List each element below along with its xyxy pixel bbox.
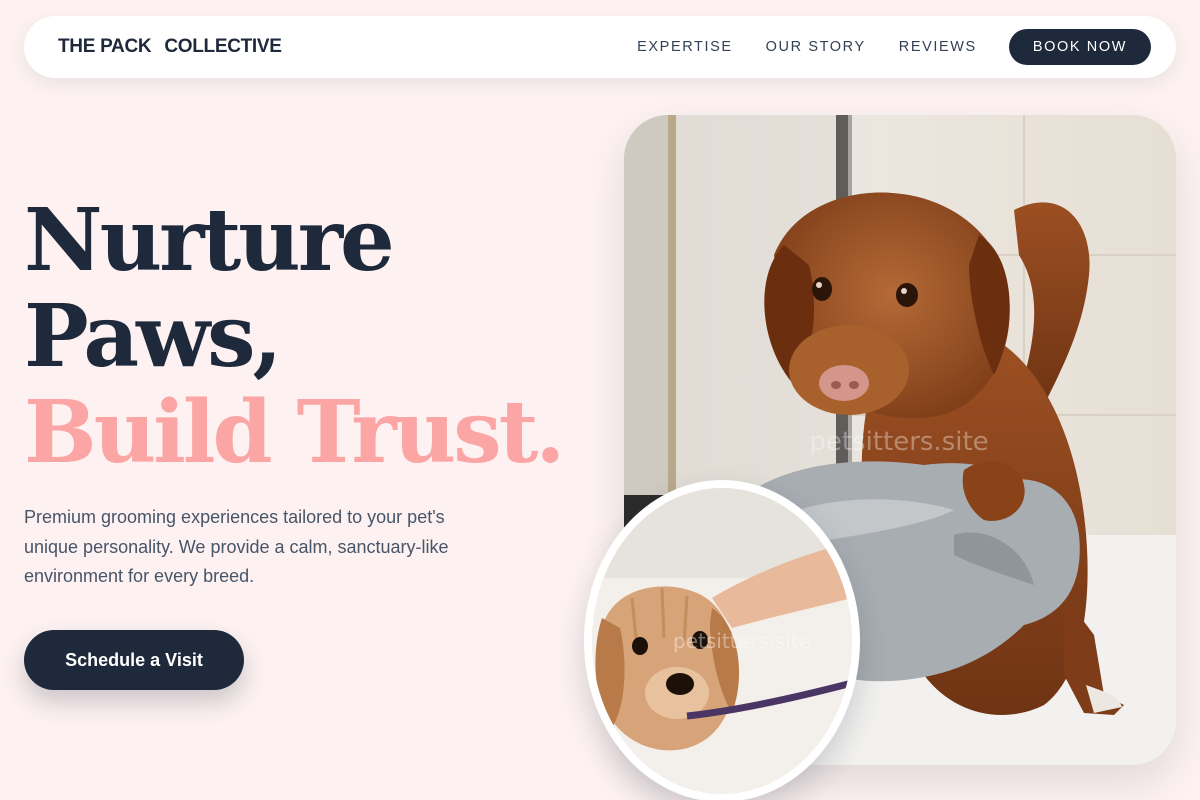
brand-logo[interactable]: THE PACK COLLECTIVE [58,36,282,58]
hero-headline: Nurture Paws, Build Trust. [24,190,565,483]
hero-subtitle: Premium grooming experiences tailored to… [24,507,449,586]
headline-line-2: Paws, [24,286,282,387]
main-photo-watermark: petsitters.site [809,427,988,457]
headline-line-1: Nurture [24,190,395,291]
nav-links: EXPERTISE OUR STORY REVIEWS BOOK NOW [637,29,1151,65]
brand-word-1: THE PACK [58,36,152,57]
nav-link-expertise[interactable]: EXPERTISE [637,39,733,55]
schedule-visit-button[interactable]: Schedule a Visit [24,630,244,690]
nav-link-our-story[interactable]: OUR STORY [766,39,866,55]
brand-word-2: COLLECTIVE [164,36,282,57]
landing-page: THE PACK COLLECTIVE EXPERTISE OUR STORY … [0,0,1200,800]
top-navigation: THE PACK COLLECTIVE EXPERTISE OUR STORY … [24,16,1176,78]
wet-puppy-illustration: petsitters.site [592,488,852,794]
small-dog-photo: petsitters.site [584,480,860,800]
nav-link-reviews[interactable]: REVIEWS [899,39,977,55]
headline-accent: Build Trust. [24,382,565,483]
book-now-button[interactable]: BOOK NOW [1008,29,1151,65]
small-photo-frame: petsitters.site [592,488,852,794]
small-photo-watermark: petsitters.site [673,629,811,653]
